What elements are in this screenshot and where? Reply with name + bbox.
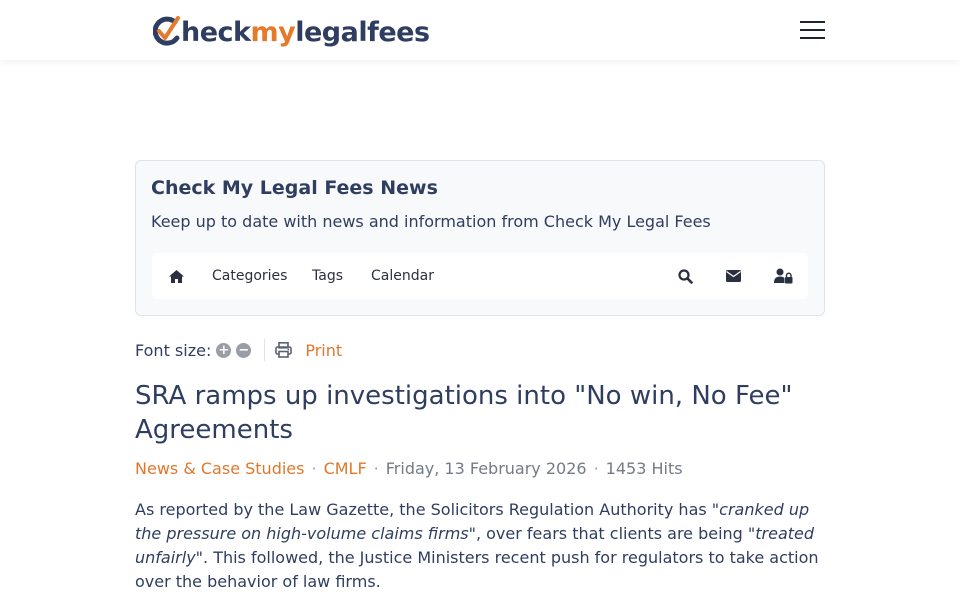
meta-separator: · [593, 459, 599, 478]
news-module: Check My Legal Fees News Keep up to date… [135, 160, 825, 316]
logo-text-legalfees: legalfees [295, 16, 430, 48]
printer-icon[interactable] [275, 342, 293, 358]
nav-calendar[interactable]: Calendar [371, 253, 434, 299]
body-text: . This followed, the Justice Ministers r… [135, 548, 819, 591]
hamburger-line [800, 37, 825, 39]
body-text: As reported by the Law Gazette, the Soli… [135, 500, 712, 519]
home-icon-svg [168, 269, 184, 283]
tools-divider [264, 339, 266, 361]
article-hits: 1453 Hits [605, 459, 683, 478]
hamburger-line [800, 21, 825, 23]
printer-icon-svg [275, 342, 293, 358]
nav-tags[interactable]: Tags [312, 253, 343, 299]
body-text: , over fears that clients are being [475, 524, 748, 543]
envelope-icon-svg [725, 270, 741, 282]
article-author-link[interactable]: CMLF [324, 459, 367, 478]
meta-separator: · [311, 459, 317, 478]
site-logo[interactable]: heckmylegalfees [153, 12, 430, 52]
site-header: heckmylegalfees [0, 0, 960, 60]
logo-check-icon [153, 16, 180, 46]
meta-separator: · [373, 459, 379, 478]
logo-text-check: heck [181, 16, 251, 48]
hamburger-icon[interactable] [800, 21, 825, 39]
font-increase-button[interactable]: + [216, 342, 232, 358]
font-size-label: Font size: [135, 340, 212, 360]
envelope-icon[interactable] [724, 253, 742, 299]
logo-text-my: my [250, 16, 296, 48]
print-link[interactable]: Print [305, 341, 342, 360]
news-title: Check My Legal Fees News [151, 177, 438, 199]
nav-categories[interactable]: Categories [212, 253, 287, 299]
user-lock-icon-svg [773, 268, 792, 284]
home-icon[interactable] [166, 253, 186, 299]
article-date: Friday, 13 February 2026 [385, 459, 587, 478]
logo-wordmark: heckmylegalfees [181, 19, 430, 46]
article-tools: Font size: + − Print [135, 338, 342, 362]
user-lock-icon[interactable] [773, 253, 793, 299]
news-subtitle: Keep up to date with news and informatio… [151, 212, 711, 231]
hamburger-line [800, 29, 825, 31]
font-decrease-button[interactable]: − [236, 342, 252, 358]
article-category-link[interactable]: News & Case Studies [135, 459, 304, 478]
article-body: As reported by the Law Gazette, the Soli… [135, 498, 827, 594]
search-icon[interactable] [676, 253, 694, 299]
article-meta: News & Case Studies · CMLF · Friday, 13 … [135, 459, 683, 478]
search-icon-svg [677, 268, 693, 284]
news-nav: Categories Tags Calendar [152, 253, 808, 299]
article-title: SRA ramps up investigations into "No win… [135, 381, 793, 445]
